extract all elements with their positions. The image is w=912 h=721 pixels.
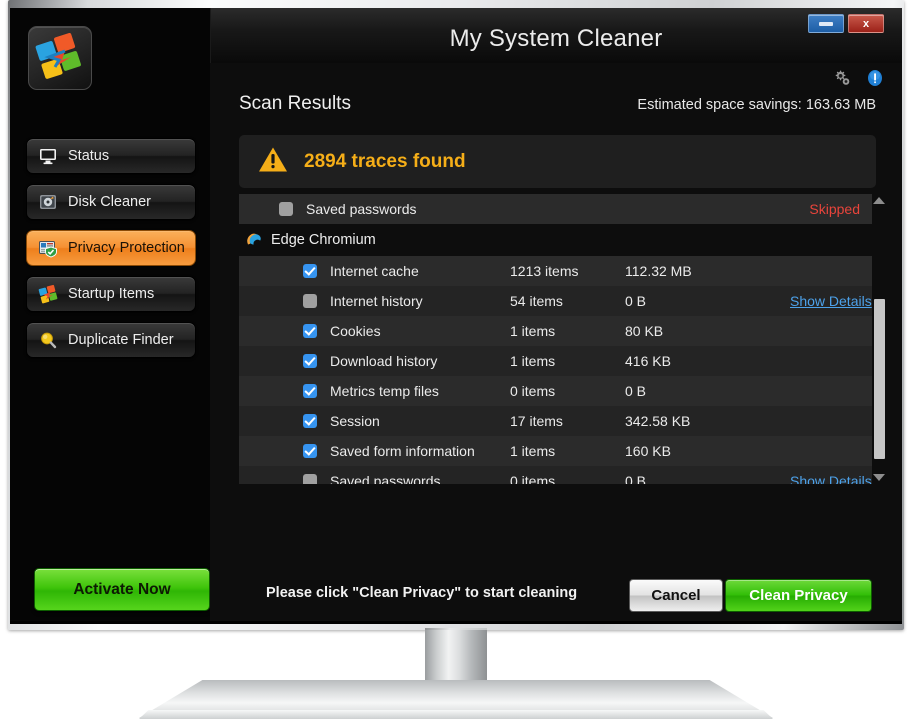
sidebar-item-startup-items[interactable]: Startup Items (26, 276, 196, 312)
row-name: Internet cache (330, 263, 419, 279)
table-row[interactable]: Cookies 1 items 80 KB (239, 316, 876, 346)
minimize-button[interactable] (808, 14, 844, 33)
row-item-count: 1 items (510, 323, 556, 339)
sidebar-item-label: Startup Items (68, 286, 155, 302)
minimize-icon (819, 21, 833, 26)
disk-icon (38, 192, 58, 212)
traces-found-text: 2894 traces found (304, 150, 466, 172)
table-row[interactable]: Saved passwords Skipped (239, 194, 876, 224)
content-area: Scan Results Estimated space savings: 16… (210, 63, 902, 621)
row-size: 0 B (625, 383, 647, 399)
row-item-count: 54 items (510, 293, 563, 309)
row-checkbox[interactable] (279, 202, 293, 216)
row-name: Download history (330, 353, 438, 369)
estimated-savings-text: Estimated space savings: 163.63 MB (637, 97, 876, 113)
shield-icon (38, 238, 58, 258)
row-size: 342.58 KB (625, 413, 691, 429)
activate-now-button[interactable]: Activate Now (34, 568, 210, 611)
sidebar-item-disk-cleaner[interactable]: Disk Cleaner (26, 184, 196, 220)
window-controls: x (808, 14, 884, 33)
scan-results-header: Scan Results Estimated space savings: 16… (210, 93, 902, 123)
row-size: 80 KB (625, 323, 664, 339)
row-size: 112.32 MB (625, 263, 692, 279)
row-item-count: 1 items (510, 353, 556, 369)
table-row[interactable]: Download history 1 items 416 KB (239, 346, 876, 376)
sidebar-item-status[interactable]: Status (26, 138, 196, 174)
table-row[interactable]: Session 17 items 342.58 KB (239, 406, 876, 436)
row-name: Session (330, 413, 380, 429)
scan-list[interactable]: Saved passwords Skipped Edge Chromium Inter… (239, 194, 876, 484)
sidebar-item-duplicate-finder[interactable]: Duplicate Finder (26, 322, 196, 358)
row-checkbox[interactable] (303, 414, 317, 428)
edge-icon (244, 231, 262, 249)
startup-icon (38, 284, 58, 304)
title-bar: My System Cleaner x (210, 8, 902, 64)
row-checkbox[interactable] (303, 354, 317, 368)
row-size: 416 KB (625, 353, 671, 369)
row-checkbox[interactable] (303, 474, 317, 484)
row-checkbox[interactable] (303, 324, 317, 338)
row-name: Metrics temp files (330, 383, 439, 399)
sidebar-nav: Status Disk Cleaner Privacy Protection S… (26, 138, 196, 368)
status-badge: Skipped (809, 201, 860, 217)
browser-group-header: Edge Chromium (239, 224, 876, 256)
monitor-icon (38, 146, 58, 166)
warning-triangle-icon (258, 146, 288, 178)
scrollbar-thumb[interactable] (874, 299, 885, 459)
scan-list-wrapper: Saved passwords Skipped Edge Chromium Inter… (239, 194, 886, 494)
row-name: Cookies (330, 323, 381, 339)
row-name: Saved passwords (306, 201, 417, 217)
table-row[interactable]: Metrics temp files 0 items 0 B (239, 376, 876, 406)
row-size: 0 B (625, 293, 647, 309)
table-row[interactable]: Internet history 54 items 0 B Show Details (239, 286, 876, 316)
sidebar-item-label: Duplicate Finder (68, 332, 174, 348)
app-logo (28, 26, 92, 90)
sidebar-item-label: Status (68, 148, 110, 164)
cancel-button[interactable]: Cancel (629, 579, 723, 612)
footer-bar: Please click "Clean Privacy" to start cl… (210, 568, 902, 621)
info-icon[interactable] (866, 69, 884, 92)
window-title: My System Cleaner (449, 25, 663, 52)
row-name: Saved form information (330, 443, 475, 459)
magnify-icon (38, 330, 58, 350)
row-item-count: 17 items (510, 413, 563, 429)
content-toolbar (833, 69, 884, 92)
footer-hint: Please click "Clean Privacy" to start cl… (266, 585, 578, 601)
table-row[interactable]: Saved passwords 0 items 0 B Show Details (239, 466, 876, 484)
app-logo-icon (35, 33, 81, 79)
row-size: 0 B (625, 473, 647, 484)
page-title: Scan Results (239, 93, 351, 114)
screenshot-root: My System Cleaner x Status Disk Cleaner … (0, 0, 912, 721)
row-checkbox[interactable] (303, 294, 317, 308)
scroll-down-arrow[interactable] (873, 474, 885, 481)
list-scrollbar[interactable] (872, 194, 886, 484)
row-checkbox[interactable] (303, 444, 317, 458)
row-checkbox[interactable] (303, 264, 317, 278)
clean-privacy-button[interactable]: Clean Privacy (725, 579, 872, 612)
browser-group-label: Edge Chromium (271, 232, 376, 248)
row-item-count: 0 items (510, 383, 556, 399)
row-item-count: 1213 items (510, 263, 579, 279)
table-row[interactable]: Saved form information 1 items 160 KB (239, 436, 876, 466)
table-row[interactable]: Internet cache 1213 items 112.32 MB (239, 256, 876, 286)
app-window: My System Cleaner x Status Disk Cleaner … (10, 8, 902, 621)
row-item-count: 1 items (510, 443, 556, 459)
show-details-link[interactable]: Show Details (790, 293, 872, 309)
sidebar-item-label: Disk Cleaner (68, 194, 151, 210)
sidebar-item-label: Privacy Protection (68, 240, 185, 256)
scroll-up-arrow[interactable] (873, 197, 885, 204)
gears-icon[interactable] (833, 69, 851, 92)
row-size: 160 KB (625, 443, 671, 459)
close-button[interactable]: x (848, 14, 884, 33)
row-item-count: 0 items (510, 473, 556, 484)
row-checkbox[interactable] (303, 384, 317, 398)
traces-found-banner: 2894 traces found (239, 135, 876, 188)
row-name: Internet history (330, 293, 423, 309)
row-name: Saved passwords (330, 473, 441, 484)
sidebar: Status Disk Cleaner Privacy Protection S… (10, 8, 211, 621)
sidebar-item-privacy-protection[interactable]: Privacy Protection (26, 230, 196, 266)
monitor-base-edge (139, 710, 773, 719)
show-details-link[interactable]: Show Details (790, 473, 872, 484)
